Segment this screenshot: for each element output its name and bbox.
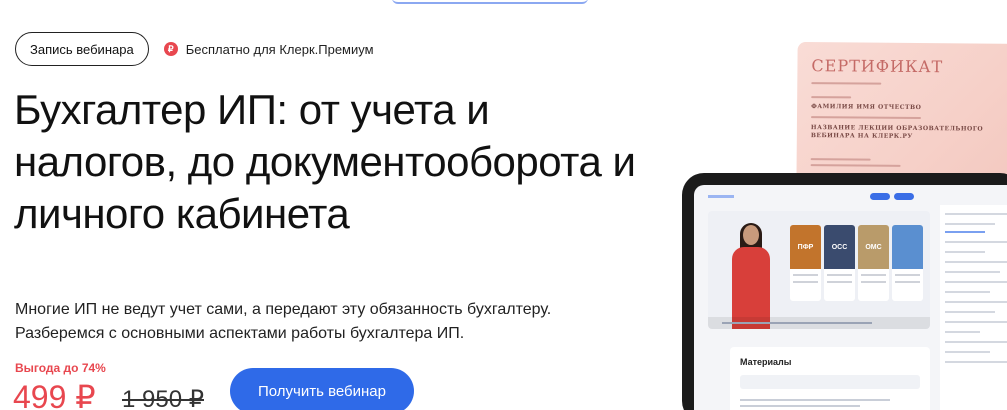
top-decoration (392, 0, 588, 4)
cert-line (811, 96, 852, 99)
video-card: ОСС (824, 225, 855, 301)
discount-label: Выгода до 74% (15, 361, 106, 375)
video-progress (722, 322, 872, 324)
current-price: 499 ₽ (13, 379, 96, 410)
screen-pill (870, 193, 890, 200)
premium-note: ₽ Бесплатно для Клерк.Премиум (163, 41, 374, 57)
cert-line (811, 82, 882, 85)
materials-title: Материалы (740, 357, 792, 367)
tag-row: Запись вебинара ₽ Бесплатно для Клерк.Пр… (15, 32, 374, 66)
presenter-figure (728, 223, 774, 329)
video-card: ОМС (858, 225, 889, 301)
certificate-title: СЕРТИФИКАТ (811, 56, 944, 77)
klerk-premium-icon: ₽ (163, 42, 178, 56)
tablet-sidebar (940, 205, 1007, 410)
card-image (892, 225, 923, 269)
screen-pill (894, 193, 914, 200)
mat-line (740, 405, 860, 407)
premium-label: Бесплатно для Клерк.Премиум (185, 41, 374, 57)
webinar-record-tag[interactable]: Запись вебинара (15, 32, 149, 66)
materials-panel: Материалы (730, 347, 930, 410)
card-image: ОСС (824, 225, 855, 269)
tablet-preview: ПФР ОСС ОМС Материалы (682, 173, 1007, 410)
video-card: ПФР (790, 225, 821, 301)
tablet-screen: ПФР ОСС ОМС Материалы (694, 185, 1007, 410)
card-image: ПФР (790, 225, 821, 269)
card-image: ОМС (858, 225, 889, 269)
screen-pills (870, 193, 914, 200)
certificate-image: СЕРТИФИКАТ ФАМИЛИЯ ИМЯ ОТЧЕСТВО НАЗВАНИЕ… (796, 41, 1007, 195)
page-title: Бухгалтер ИП: от учета и налогов, до док… (14, 86, 636, 237)
cert-line (810, 164, 901, 167)
page-description: Многие ИП не ведут учет сами, а передают… (15, 301, 552, 342)
cert-course-1: НАЗВАНИЕ ЛЕКЦИИ ОБРАЗОВАТЕЛЬНОГО (810, 124, 984, 133)
cert-name: ФАМИЛИЯ ИМЯ ОТЧЕСТВО (811, 103, 922, 112)
cert-course-2: ВЕБИНАРА НА КЛЕРК.РУ (810, 132, 913, 140)
mat-line (740, 399, 890, 401)
get-webinar-button[interactable]: Получить вебинар (230, 368, 414, 410)
back-link (708, 195, 734, 198)
cert-line (810, 158, 871, 161)
video-card (892, 225, 923, 301)
video-player: ПФР ОСС ОМС (708, 211, 930, 329)
old-price: 1 950 ₽ (122, 386, 204, 410)
cert-line (810, 116, 922, 120)
materials-item (740, 375, 920, 389)
